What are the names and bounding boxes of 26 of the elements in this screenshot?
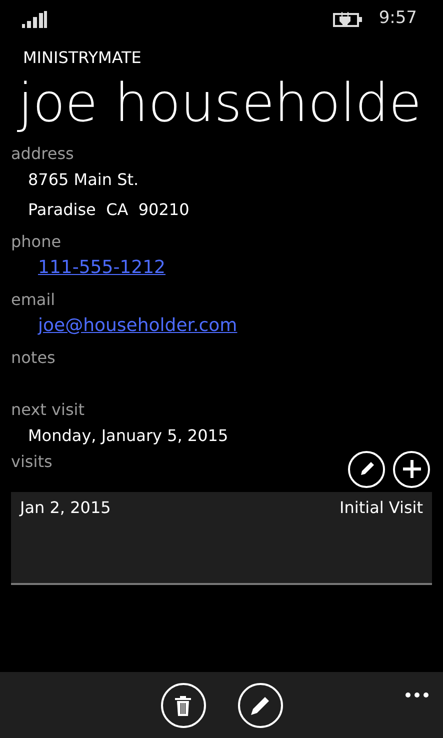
link[interactable]: joe@householder.com (0, 310, 238, 341)
add-button[interactable] (393, 450, 430, 488)
section-label: visits (10, 450, 54, 473)
more-icon (405, 692, 429, 698)
edit-button[interactable] (348, 450, 385, 488)
page-title: joe householde (18, 74, 422, 135)
edit-button[interactable] (238, 683, 282, 728)
field-label: next visit (10, 398, 86, 421)
visit-date[interactable]: Jan 2, 2015 (20, 496, 111, 520)
visit-type[interactable]: Initial Visit (340, 496, 423, 520)
field-value: Monday, January 5, 2015 (27, 424, 230, 447)
delete-button[interactable] (160, 683, 206, 728)
battery-charging-icon (332, 12, 363, 26)
link[interactable]: 111-555-1212 (0, 252, 166, 283)
time: 9:57 (378, 7, 417, 30)
field-value: 8765 Main St. (27, 168, 140, 191)
plus-icon (402, 459, 422, 480)
field-label: notes (10, 346, 56, 369)
pencil-icon (249, 694, 271, 716)
app-name: MINISTRYMATE (23, 47, 142, 69)
signal-icon (22, 10, 47, 28)
field-label: phone (10, 230, 62, 253)
trash-icon (175, 696, 191, 716)
field-label: address (10, 142, 75, 165)
field-label: email (10, 288, 56, 311)
field-value: Paradise CA 90210 (27, 198, 190, 221)
